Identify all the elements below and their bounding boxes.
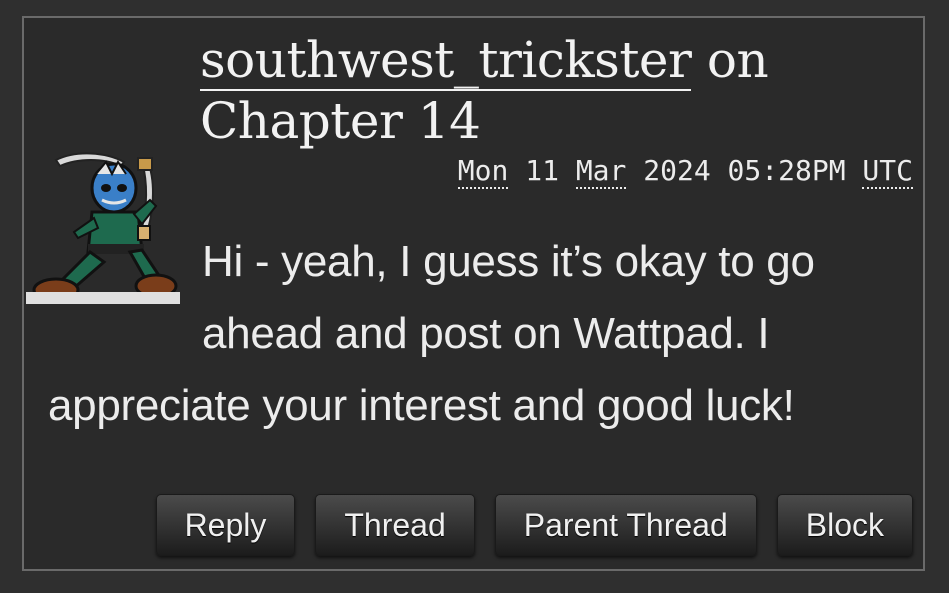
comment-actions: Reply Thread Parent Thread Block [155,494,913,556]
time: 05:28PM [727,154,846,187]
comment-body: Hi - yeah, I guess it’s okay to go ahead… [48,226,928,442]
day: 11 [525,154,559,187]
avatar-spacer [48,226,202,370]
thread-button[interactable]: Thread [315,494,475,556]
comment-card: southwest_trickster on Chapter 14 Mon 11… [22,16,925,571]
year: 2024 [643,154,711,187]
comment-date: Mon 11 Mar 2024 05:28PM UTC [457,154,913,189]
chapter-title: Chapter 14 [200,92,481,150]
month: Mar [575,154,627,189]
weekday: Mon [457,154,509,189]
timezone: UTC [862,154,913,189]
reply-button[interactable]: Reply [155,494,296,556]
block-button[interactable]: Block [776,494,913,556]
author-link[interactable]: southwest_trickster [200,31,692,91]
on-word: on [706,31,769,89]
comment-header: southwest_trickster on Chapter 14 [200,30,920,152]
parent-thread-button[interactable]: Parent Thread [494,494,757,556]
